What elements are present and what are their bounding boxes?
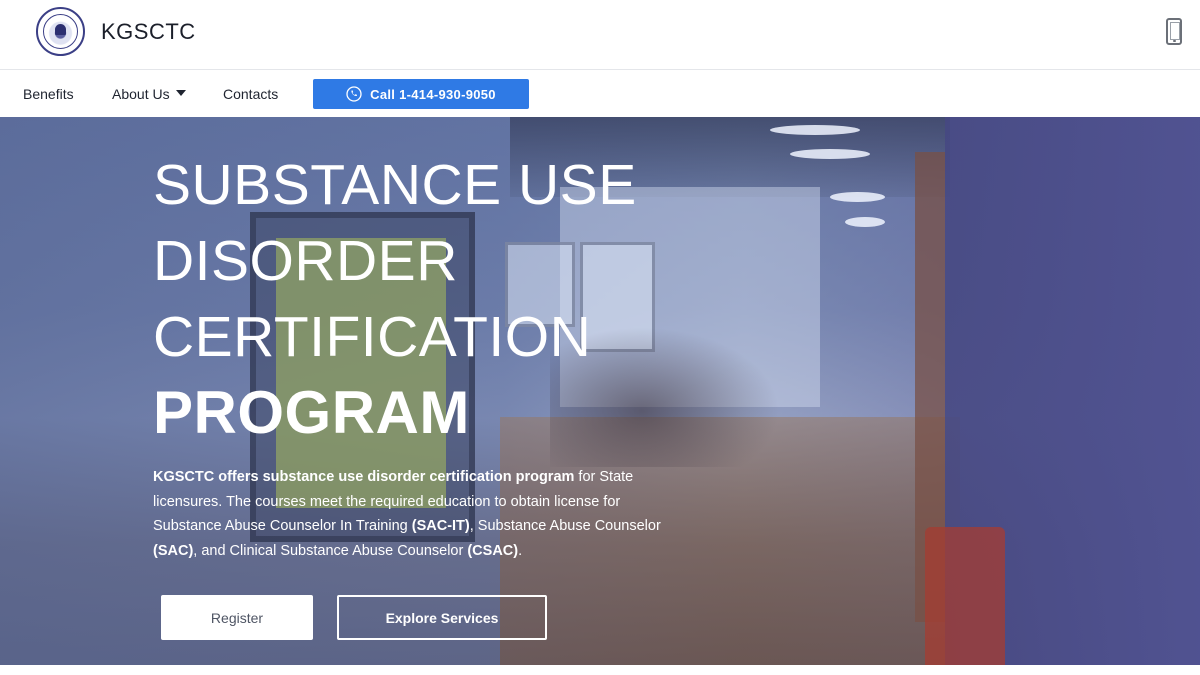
hero-title-line: DISORDER — [153, 229, 458, 293]
hero-title-bold-line: PROGRAM — [153, 379, 470, 446]
call-button-label: Call 1-414-930-9050 — [370, 86, 496, 102]
call-button[interactable]: Call 1-414-930-9050 — [313, 79, 529, 109]
nav-item-label: About Us — [112, 86, 170, 102]
hero-title-line: SUBSTANCE USE — [153, 153, 637, 217]
ceiling-lamp — [830, 192, 885, 202]
desc-text: , Substance Abuse Counselor — [469, 518, 661, 534]
chevron-down-icon — [175, 90, 186, 97]
hero-background-chair — [925, 527, 1005, 665]
mobile-phone-icon[interactable] — [1166, 18, 1182, 45]
hero-title: SUBSTANCE USE DISORDER CERTIFICATION PRO… — [153, 147, 793, 451]
desc-bold: (CSAC) — [467, 542, 519, 559]
phone-call-icon — [346, 86, 362, 102]
logo-emblem — [43, 14, 78, 49]
nav-item-benefits[interactable]: Benefits — [23, 86, 74, 102]
ceiling-lamp — [770, 125, 860, 135]
nav-item-contacts[interactable]: Contacts — [223, 86, 278, 102]
nav-item-about-us[interactable]: About Us — [112, 86, 186, 102]
explore-services-button[interactable]: Explore Services — [337, 595, 547, 640]
seal-logo-icon[interactable] — [36, 7, 85, 56]
desc-text: . — [518, 542, 523, 559]
main-nav: Benefits About Us Contacts Call 1-414-93… — [0, 71, 1200, 117]
nav-item-label: Contacts — [223, 86, 279, 102]
desc-bold: (SAC) — [153, 542, 194, 559]
ceiling-lamp — [845, 217, 885, 227]
hero-title-line: CERTIFICATION — [153, 305, 592, 369]
ceiling-lamp — [790, 149, 870, 159]
top-header: KGSCTC — [0, 0, 1200, 70]
brand-name[interactable]: KGSCTC — [101, 19, 196, 45]
nav-item-label: Benefits — [23, 86, 74, 102]
desc-text: , and Clinical Substance Abuse Counselor — [193, 542, 468, 559]
desc-bold: (SAC-IT) — [411, 518, 470, 534]
hero-description: KGSCTC offers substance use disorder cer… — [153, 465, 663, 563]
hero-banner: SUBSTANCE USE DISORDER CERTIFICATION PRO… — [0, 117, 1200, 665]
desc-bold: KGSCTC offers substance use disorder cer… — [153, 469, 575, 485]
register-button[interactable]: Register — [161, 595, 313, 640]
